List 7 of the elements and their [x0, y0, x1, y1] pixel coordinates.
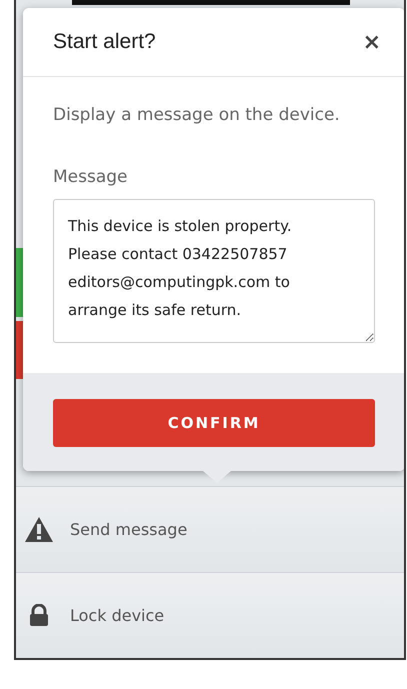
warning-icon [24, 516, 54, 543]
message-field[interactable]: This device is stolen property. Please contact 03422507857 editors@computingpk.com to arrange its safe return. [53, 199, 375, 343]
confirm-button[interactable]: CONFIRM [53, 399, 375, 447]
close-button[interactable]: × [358, 30, 385, 54]
dialog-title: Start alert? [53, 30, 156, 54]
message-label: Message [53, 167, 129, 187]
description-text: Display a message on the device. [53, 105, 341, 125]
